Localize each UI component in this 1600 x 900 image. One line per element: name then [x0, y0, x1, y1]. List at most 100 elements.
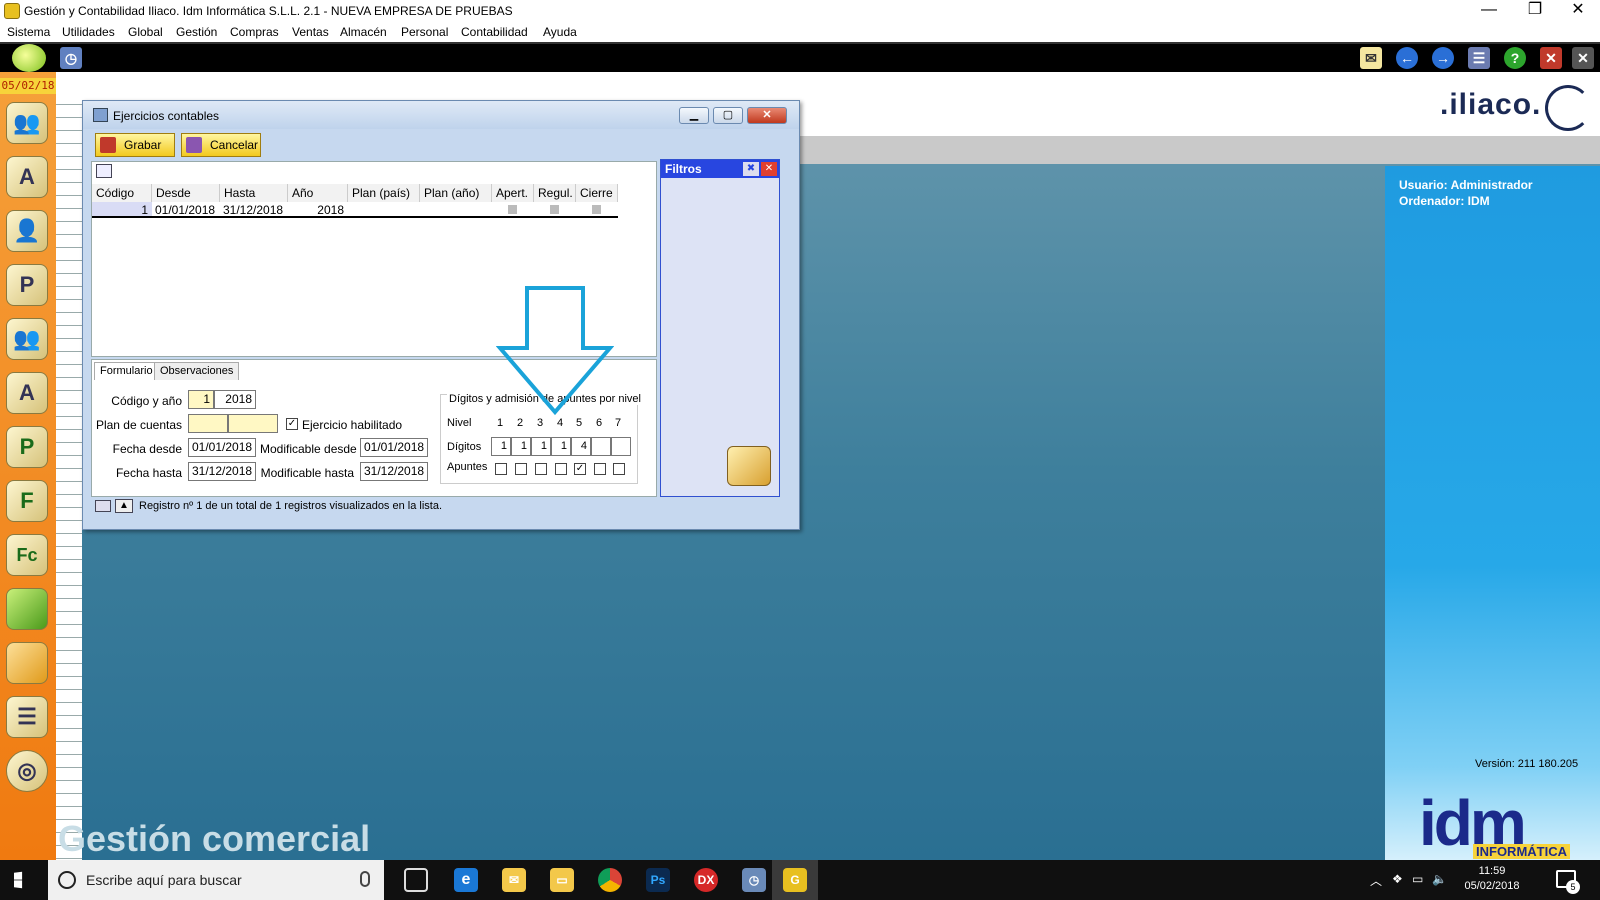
save-button[interactable]: Grabar — [95, 133, 175, 157]
cd-wand-icon[interactable]: ◎ — [6, 750, 48, 792]
menu-compras[interactable]: Compras — [230, 25, 279, 39]
window-close-button[interactable]: ✕ — [747, 107, 787, 124]
iliaco-app-icon[interactable]: ◷ — [742, 868, 766, 892]
collapse-chevron-icon[interactable]: ▲ — [115, 499, 133, 513]
col-regul[interactable]: Regul. — [534, 184, 576, 202]
col-desde[interactable]: Desde — [152, 184, 220, 202]
window-maximize-button[interactable]: ▢ — [713, 107, 743, 124]
cancel-button[interactable]: Cancelar — [181, 133, 261, 157]
digit-input-7[interactable] — [611, 437, 631, 456]
cell-desde[interactable]: 01/01/2018 — [152, 202, 220, 218]
calendar-clock-icon[interactable] — [727, 446, 771, 486]
ledger-icon[interactable]: ☰ — [6, 696, 48, 738]
digit-input-1[interactable]: 1 — [491, 437, 511, 456]
fc-document-icon[interactable]: Fc — [6, 534, 48, 576]
cell-regul[interactable] — [534, 202, 576, 218]
cell-apert[interactable] — [492, 202, 534, 218]
grid-options-icon[interactable] — [96, 164, 112, 178]
col-cierre[interactable]: Cierre — [576, 184, 618, 202]
cell-anio[interactable]: 2018 — [288, 202, 348, 218]
digit-input-4[interactable]: 1 — [551, 437, 571, 456]
menu-sistema[interactable]: Sistema — [7, 25, 50, 39]
modificable-desde-input[interactable]: 01/01/2018 — [360, 438, 428, 457]
menu-global[interactable]: Global — [128, 25, 163, 39]
user-a-icon[interactable]: A — [6, 372, 48, 414]
file-explorer-icon[interactable]: ▭ — [550, 868, 574, 892]
close-button[interactable]: ✕ — [1556, 0, 1600, 22]
regul-checkbox[interactable] — [550, 205, 559, 214]
cell-plan-pais[interactable] — [348, 202, 420, 218]
photoshop-icon[interactable]: Ps — [646, 868, 670, 892]
fecha-desde-input[interactable]: 01/01/2018 — [188, 438, 256, 457]
chrome-icon[interactable] — [598, 868, 622, 892]
users-icon[interactable]: 👥 — [6, 102, 48, 144]
restore-button[interactable]: ❐ — [1512, 0, 1558, 22]
minimize-button[interactable]: — — [1466, 0, 1512, 22]
apunte-checkbox-5[interactable]: ✓ — [574, 463, 586, 475]
menu-almacen[interactable]: Almacén — [340, 25, 387, 39]
apert-checkbox[interactable] — [508, 205, 517, 214]
col-apert[interactable]: Apert. — [492, 184, 534, 202]
mail-icon[interactable]: ✉ — [1360, 47, 1382, 69]
cell-cierre[interactable] — [576, 202, 618, 218]
digit-input-3[interactable]: 1 — [531, 437, 551, 456]
status-grid-icon[interactable] — [95, 500, 111, 512]
windows-start-icon[interactable] — [14, 871, 23, 889]
forward-arrow-icon[interactable]: → — [1432, 47, 1454, 69]
window-titlebar[interactable]: Ejercicios contables ▁ ▢ ✕ — [83, 101, 799, 129]
close-app-icon[interactable]: ✕ — [1540, 47, 1562, 69]
cell-codigo[interactable]: 1 — [92, 202, 152, 218]
menu-icon[interactable]: ☰ — [1468, 47, 1490, 69]
digit-input-2[interactable]: 1 — [511, 437, 531, 456]
user-icon[interactable]: 👤 — [6, 210, 48, 252]
microphone-icon[interactable] — [360, 871, 370, 887]
cell-hasta[interactable]: 31/12/2018 — [220, 202, 288, 218]
codigo-input[interactable]: 1 — [188, 390, 214, 409]
plan-anio-input[interactable] — [228, 414, 278, 433]
help-icon[interactable]: ? — [1504, 47, 1526, 69]
digit-input-6[interactable] — [591, 437, 611, 456]
green-bag-icon[interactable] — [6, 588, 48, 630]
gestion-app-icon[interactable]: G — [783, 868, 807, 892]
apunte-checkbox-6[interactable] — [594, 463, 606, 475]
mail-app-icon[interactable]: ✉ — [502, 868, 526, 892]
back-arrow-icon[interactable]: ← — [1396, 47, 1418, 69]
dx-icon[interactable]: DX — [694, 868, 718, 892]
tab-formulario[interactable]: Formulario — [94, 362, 159, 380]
assets-icon[interactable]: A — [6, 156, 48, 198]
col-codigo[interactable]: Código — [92, 184, 152, 202]
taskbar-search-input[interactable]: Escribe aquí para buscar — [48, 860, 384, 900]
col-anio[interactable]: Año — [288, 184, 348, 202]
digit-input-5[interactable]: 4 — [571, 437, 591, 456]
apunte-checkbox-1[interactable] — [495, 463, 507, 475]
window-minimize-button[interactable]: ▁ — [679, 107, 709, 124]
apunte-checkbox-4[interactable] — [555, 463, 567, 475]
globe-icon[interactable] — [12, 44, 46, 72]
menu-ayuda[interactable]: Ayuda — [543, 25, 577, 39]
tab-observaciones[interactable]: Observaciones — [154, 362, 240, 380]
network-icon[interactable]: ▭ — [1412, 872, 1423, 886]
user-p-icon[interactable]: P — [6, 264, 48, 306]
apunte-checkbox-7[interactable] — [613, 463, 625, 475]
plan-pais-input[interactable] — [188, 414, 228, 433]
col-plan-pais[interactable]: Plan (país) — [348, 184, 420, 202]
menu-gestion[interactable]: Gestión — [176, 25, 217, 39]
p-document-icon[interactable]: P — [6, 426, 48, 468]
col-hasta[interactable]: Hasta — [220, 184, 288, 202]
menu-ventas[interactable]: Ventas — [292, 25, 329, 39]
menu-personal[interactable]: Personal — [401, 25, 448, 39]
users-2-icon[interactable]: 👥 — [6, 318, 48, 360]
fecha-hasta-input[interactable]: 31/12/2018 — [188, 462, 256, 481]
calendar-icon[interactable]: ◷ — [60, 47, 82, 69]
menu-utilidades[interactable]: Utilidades — [62, 25, 115, 39]
ejercicio-habilitado-checkbox[interactable]: ✓ — [286, 418, 298, 430]
volume-muted-icon[interactable]: 🔈 — [1432, 872, 1447, 886]
anio-input[interactable]: 2018 — [214, 390, 256, 409]
modificable-hasta-input[interactable]: 31/12/2018 — [360, 462, 428, 481]
menu-contabilidad[interactable]: Contabilidad — [461, 25, 528, 39]
cell-plan-anio[interactable] — [420, 202, 492, 218]
edge-icon[interactable]: e — [454, 868, 478, 892]
apunte-checkbox-2[interactable] — [515, 463, 527, 475]
apunte-checkbox-3[interactable] — [535, 463, 547, 475]
exit-icon[interactable]: ✕ — [1572, 47, 1594, 69]
